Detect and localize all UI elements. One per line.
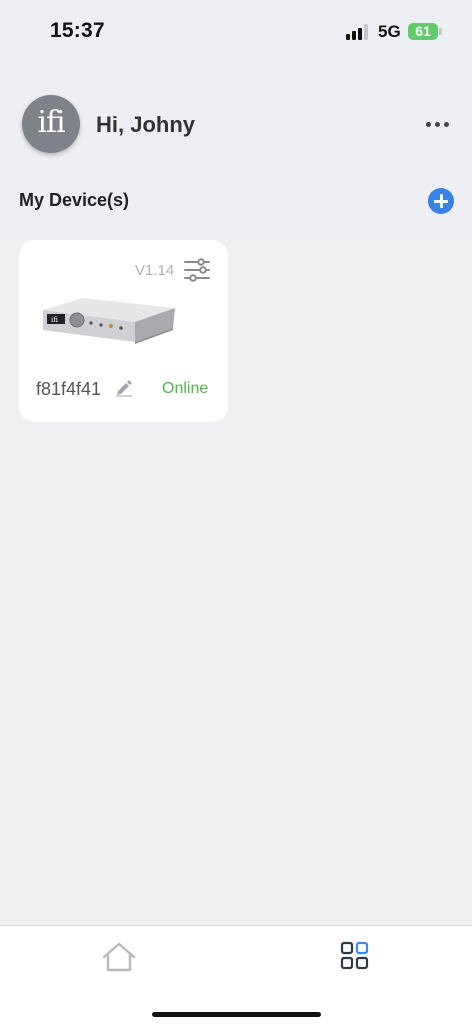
avatar[interactable]: ifi — [22, 95, 80, 153]
battery-level: 61 — [415, 23, 431, 39]
section-title: My Device(s) — [19, 190, 130, 210]
more-horizontal-icon — [425, 121, 431, 127]
svg-text:ifi: ifi — [51, 316, 58, 324]
sliders-icon[interactable] — [183, 258, 211, 282]
greeting: Hi, Johny — [96, 112, 196, 137]
status-bar: 15:37 5G 61 — [0, 0, 472, 64]
home-icon[interactable] — [101, 941, 137, 973]
device-image: ifi — [43, 298, 175, 344]
device-card[interactable]: V1.14 ifi f81f4f41 Online — [19, 240, 228, 422]
network-type: 5G — [378, 22, 401, 41]
app-screen: 15:37 5G 61 ifi Hi, Johny My Device(s) V… — [0, 0, 472, 1024]
battery-cap — [439, 28, 442, 35]
firmware-version: V1.14 — [135, 262, 175, 279]
device-status: Online — [162, 380, 209, 397]
home-indicator[interactable] — [152, 1012, 321, 1017]
tab-bar — [0, 925, 472, 1024]
battery-icon: 61 — [408, 23, 438, 40]
pencil-icon[interactable] — [115, 379, 133, 397]
header-area: 15:37 5G 61 ifi Hi, Johny My Device(s) — [0, 0, 472, 236]
cellular-signal-icon — [346, 24, 370, 40]
status-time: 15:37 — [50, 19, 105, 42]
more-options-button[interactable] — [420, 112, 454, 136]
add-device-button[interactable] — [428, 188, 454, 214]
device-id: f81f4f41 — [36, 379, 102, 399]
grid-icon[interactable] — [340, 941, 370, 971]
